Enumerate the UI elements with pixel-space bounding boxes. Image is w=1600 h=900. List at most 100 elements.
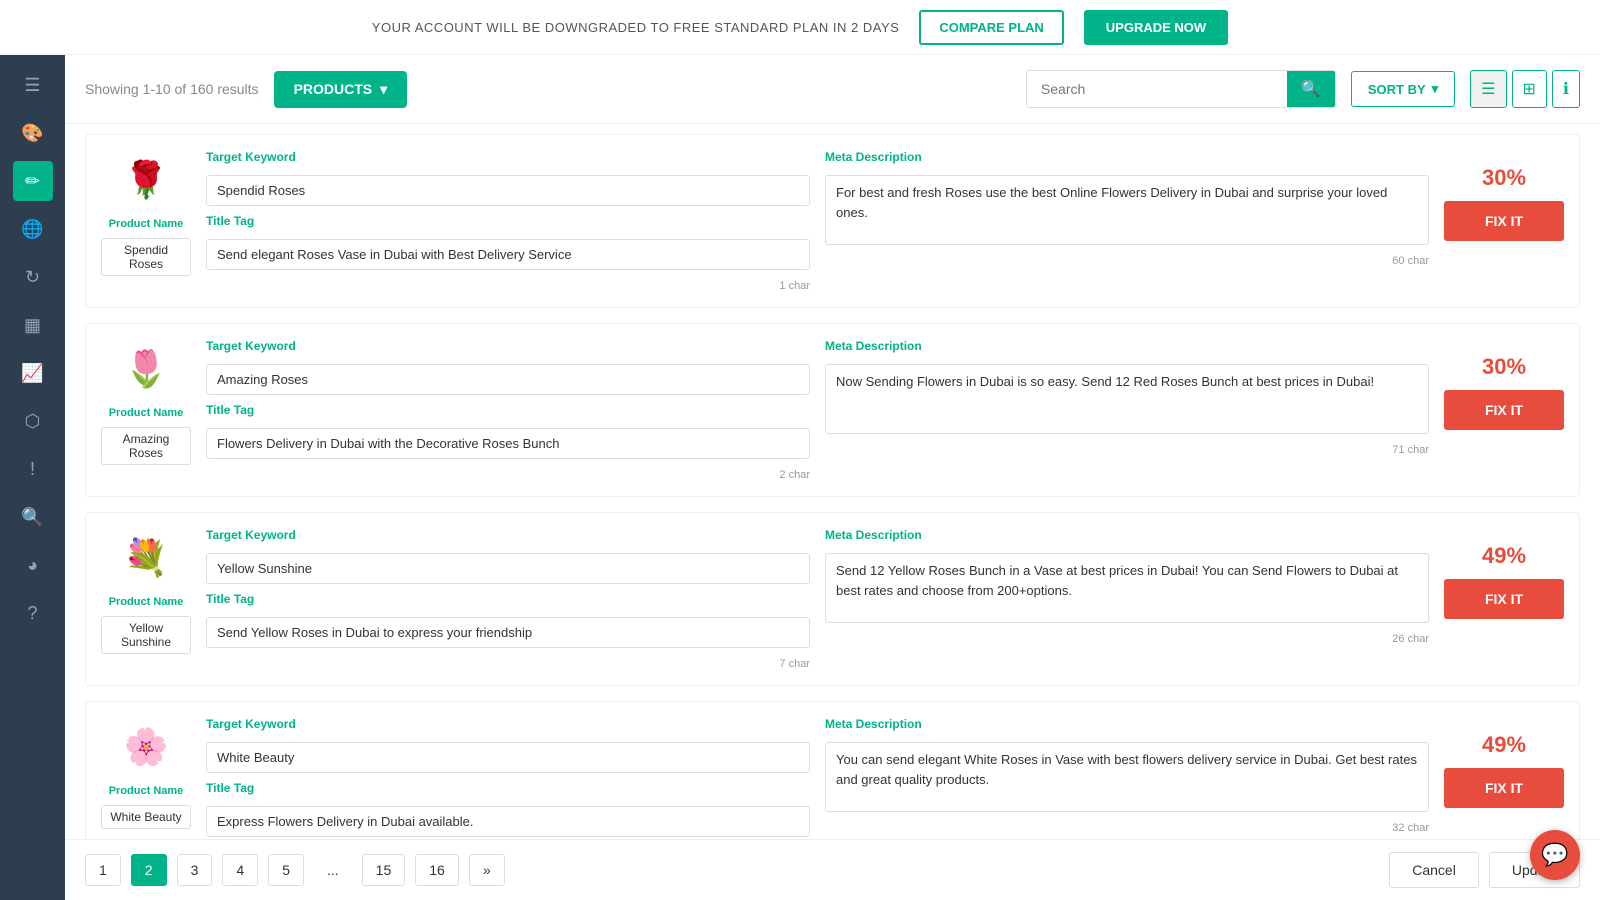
refresh-icon[interactable]: ↻ xyxy=(13,257,53,297)
fix-it-button[interactable]: FIX IT xyxy=(1444,768,1564,808)
target-keyword-value: Amazing Roses xyxy=(206,364,810,395)
search-icon[interactable]: 🔍 xyxy=(13,497,53,537)
help-icon[interactable]: ? xyxy=(13,593,53,633)
sort-by-button[interactable]: SORT BY ▾ xyxy=(1351,71,1455,107)
search-container: 🔍 xyxy=(1026,70,1336,108)
alert-icon[interactable]: ! xyxy=(13,449,53,489)
title-tag-label: Title Tag xyxy=(206,214,810,228)
product-image: 🌹 xyxy=(116,150,176,210)
page-2-button[interactable]: 2 xyxy=(131,854,167,886)
page-»-button[interactable]: » xyxy=(469,854,505,886)
seo-details: Target Keyword Spendid Roses Title Tag S… xyxy=(206,150,810,292)
product-name-value: Amazing Roses xyxy=(101,427,191,465)
product-name-value: Spendid Roses xyxy=(101,238,191,276)
page-16-button[interactable]: 16 xyxy=(415,854,459,886)
title-tag-value: Flowers Delivery in Dubai with the Decor… xyxy=(206,428,810,459)
page-4-button[interactable]: 4 xyxy=(222,854,258,886)
hierarchy-icon[interactable]: ⬡ xyxy=(13,401,53,441)
page-15-button[interactable]: 15 xyxy=(362,854,406,886)
target-keyword-value: Yellow Sunshine xyxy=(206,553,810,584)
score-value: 49% xyxy=(1482,543,1526,569)
meta-description-label: Meta Description xyxy=(825,150,1429,164)
content-area: Showing 1-10 of 160 results PRODUCTS ▾ 🔍… xyxy=(65,55,1600,900)
table-row: 🌸 Product Name White Beauty Target Keywo… xyxy=(85,701,1580,839)
score-value: 30% xyxy=(1482,165,1526,191)
fix-it-button[interactable]: FIX IT xyxy=(1444,390,1564,430)
target-keyword-label: Target Keyword xyxy=(206,339,810,353)
target-keyword-label: Target Keyword xyxy=(206,528,810,542)
page-1-button[interactable]: 1 xyxy=(85,854,121,886)
product-name-label: Product Name xyxy=(109,596,184,608)
table-row: 🌷 Product Name Amazing Roses Target Keyw… xyxy=(85,323,1580,497)
meta-char-count: 71 char xyxy=(825,444,1429,456)
view-toggle: ☰ ⊞ ℹ xyxy=(1470,70,1580,108)
product-image-col: 🌸 Product Name White Beauty xyxy=(101,717,191,829)
title-tag-label: Title Tag xyxy=(206,781,810,795)
products-button[interactable]: PRODUCTS ▾ xyxy=(274,71,408,108)
page-3-button[interactable]: 3 xyxy=(177,854,213,886)
search-input[interactable] xyxy=(1027,71,1287,107)
meta-description-label: Meta Description xyxy=(825,717,1429,731)
meta-char-count: 60 char xyxy=(825,255,1429,267)
chat-button[interactable]: 💬 xyxy=(1530,830,1580,880)
title-tag-value: Send elegant Roses Vase in Dubai with Be… xyxy=(206,239,810,270)
products-list: 🌹 Product Name Spendid Roses Target Keyw… xyxy=(65,124,1600,839)
cancel-button[interactable]: Cancel xyxy=(1389,852,1479,888)
title-tag-label: Title Tag xyxy=(206,592,810,606)
meta-col: Meta Description For best and fresh Rose… xyxy=(825,150,1429,267)
chart-icon[interactable]: 📈 xyxy=(13,353,53,393)
meta-char-count: 32 char xyxy=(825,822,1429,834)
compare-plan-button[interactable]: COMPARE PLAN xyxy=(919,10,1063,45)
seo-details: Target Keyword Yellow Sunshine Title Tag… xyxy=(206,528,810,670)
fix-it-button[interactable]: FIX IT xyxy=(1444,201,1564,241)
meta-description-value: You can send elegant White Roses in Vase… xyxy=(825,742,1429,812)
product-name-label: Product Name xyxy=(109,218,184,230)
pie-icon[interactable]: ◕ xyxy=(13,545,53,585)
product-image-col: 🌹 Product Name Spendid Roses xyxy=(101,150,191,276)
product-name-label: Product Name xyxy=(109,785,184,797)
page-ellipsis: ... xyxy=(314,855,352,885)
meta-description-label: Meta Description xyxy=(825,528,1429,542)
table-row: 💐 Product Name Yellow Sunshine Target Ke… xyxy=(85,512,1580,686)
edit-icon[interactable]: ✏ xyxy=(13,161,53,201)
target-keyword-value: Spendid Roses xyxy=(206,175,810,206)
title-tag-value: Express Flowers Delivery in Dubai availa… xyxy=(206,806,810,837)
target-keyword-value: White Beauty xyxy=(206,742,810,773)
title-char-count: 7 char xyxy=(206,658,810,670)
meta-col: Meta Description Send 12 Yellow Roses Bu… xyxy=(825,528,1429,645)
product-image: 🌸 xyxy=(116,717,176,777)
top-banner: YOUR ACCOUNT WILL BE DOWNGRADED TO FREE … xyxy=(0,0,1600,55)
product-name-value: White Beauty xyxy=(101,805,191,829)
main-layout: ☰ 🎨 ✏ 🌐 ↻ ▦ 📈 ⬡! 🔍 ◕? Showing 1-10 of 160 results… xyxy=(0,55,1600,900)
menu-icon[interactable]: ☰ xyxy=(13,65,53,105)
product-image-col: 🌷 Product Name Amazing Roses xyxy=(101,339,191,465)
upgrade-now-button[interactable]: UPGRADE NOW xyxy=(1084,10,1228,45)
product-name-label: Product Name xyxy=(109,407,184,419)
meta-col: Meta Description Now Sending Flowers in … xyxy=(825,339,1429,456)
title-char-count: 1 char xyxy=(206,280,810,292)
score-col: 30% FIX IT xyxy=(1444,150,1564,241)
grid-view-button[interactable]: ⊞ xyxy=(1512,70,1547,108)
info-button[interactable]: ℹ xyxy=(1552,70,1580,108)
results-count: Showing 1-10 of 160 results xyxy=(85,81,259,97)
title-char-count: 2 char xyxy=(206,469,810,481)
palette-icon[interactable]: 🎨 xyxy=(13,113,53,153)
banner-text: YOUR ACCOUNT WILL BE DOWNGRADED TO FREE … xyxy=(372,20,900,35)
meta-char-count: 26 char xyxy=(825,633,1429,645)
product-image-col: 💐 Product Name Yellow Sunshine xyxy=(101,528,191,654)
list-view-button[interactable]: ☰ xyxy=(1470,70,1506,108)
score-value: 49% xyxy=(1482,732,1526,758)
score-value: 30% xyxy=(1482,354,1526,380)
score-col: 49% FIX IT xyxy=(1444,528,1564,619)
target-keyword-label: Target Keyword xyxy=(206,150,810,164)
meta-col: Meta Description You can send elegant Wh… xyxy=(825,717,1429,834)
globe-icon[interactable]: 🌐 xyxy=(13,209,53,249)
page-5-button[interactable]: 5 xyxy=(268,854,304,886)
seo-details: Target Keyword Amazing Roses Title Tag F… xyxy=(206,339,810,481)
sidebar: ☰ 🎨 ✏ 🌐 ↻ ▦ 📈 ⬡! 🔍 ◕? xyxy=(0,55,65,900)
table-icon[interactable]: ▦ xyxy=(13,305,53,345)
search-button[interactable]: 🔍 xyxy=(1287,71,1335,107)
title-tag-label: Title Tag xyxy=(206,403,810,417)
product-image: 🌷 xyxy=(116,339,176,399)
fix-it-button[interactable]: FIX IT xyxy=(1444,579,1564,619)
